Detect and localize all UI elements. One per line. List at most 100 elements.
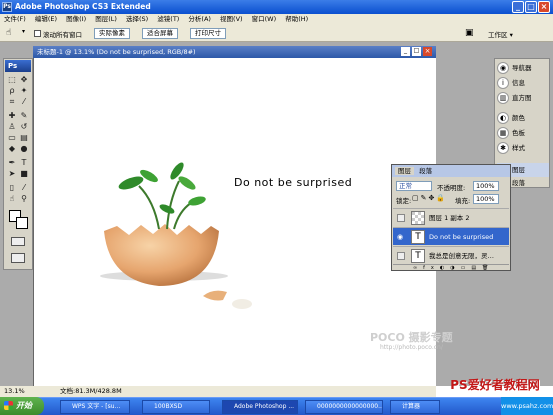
- eraser-tool-icon[interactable]: ▭: [7, 133, 17, 142]
- doc-minimize-button[interactable]: _: [401, 47, 410, 56]
- menu-edit[interactable]: 编辑(E): [35, 14, 57, 25]
- toolbox-ps-logo: Ps: [5, 60, 31, 72]
- start-button[interactable]: 开始: [0, 397, 44, 415]
- swatches-icon: ▦: [497, 127, 509, 139]
- menu-image[interactable]: 图像(I): [66, 14, 86, 25]
- info-icon: i: [497, 77, 509, 89]
- layers-panel: 图层 段落 正常 不透明度: 100% 锁定: ▢✎✥🔒 填充: 100% 图层…: [391, 164, 511, 271]
- dodge-tool-icon[interactable]: ●: [19, 144, 29, 153]
- blend-mode-select[interactable]: 正常: [396, 181, 432, 191]
- print-size-button[interactable]: 打印尺寸: [190, 28, 226, 39]
- tab-layers[interactable]: 图层: [395, 167, 414, 175]
- layer-name: 我总是创意无限，灵…: [429, 252, 494, 260]
- window-title: Adobe Photoshop CS3 Extended: [15, 2, 151, 11]
- menu-select[interactable]: 选择(S): [126, 14, 148, 25]
- lasso-tool-icon[interactable]: ρ: [7, 86, 17, 95]
- zoom-readout[interactable]: 13.1%: [4, 386, 25, 397]
- text-layer-thumbnail: T: [411, 230, 425, 244]
- layers-panel-tabs: 图层 段落: [392, 165, 510, 177]
- tray-watermark-url: www.psahz.com: [501, 402, 553, 410]
- scroll-all-checkbox[interactable]: [34, 30, 41, 37]
- menu-file[interactable]: 文件(F): [4, 14, 26, 25]
- taskbar-item-photoshop[interactable]: Adobe Photoshop ...: [222, 400, 298, 414]
- workspace-menu[interactable]: 工作区 ▾: [488, 29, 513, 39]
- magic-wand-icon[interactable]: ✦: [19, 86, 29, 95]
- history-brush-icon[interactable]: ↺: [19, 122, 29, 131]
- hand-tool-icon[interactable]: ☝: [6, 28, 11, 38]
- eye-icon[interactable]: ◉: [397, 233, 403, 241]
- fill-label: 填充:: [455, 197, 471, 205]
- notes-tool-icon[interactable]: ▯: [7, 183, 17, 192]
- visibility-toggle[interactable]: [397, 252, 405, 260]
- taskbar-item-file[interactable]: 0000000000000000...: [305, 400, 383, 414]
- path-select-icon[interactable]: ➤: [7, 169, 17, 178]
- marquee-tool-icon[interactable]: ⬚: [7, 75, 17, 84]
- menu-view[interactable]: 视图(V): [220, 14, 243, 25]
- maximize-button[interactable]: □: [525, 1, 537, 13]
- fit-screen-button[interactable]: 适合屏幕: [142, 28, 178, 39]
- document-canvas[interactable]: Do not be surprised POCO 摄影专题 http://pho…: [33, 46, 453, 386]
- opacity-input[interactable]: 100%: [473, 181, 499, 191]
- doc-maximize-button[interactable]: □: [412, 47, 421, 56]
- layer-row-selected[interactable]: ◉ T Do not be surprised: [393, 227, 509, 245]
- layer-row[interactable]: 图层 1 副本 2: [393, 208, 509, 226]
- headline-text: Do not be surprised: [234, 176, 353, 189]
- taskbar-item-calculator[interactable]: 计算器: [390, 400, 440, 414]
- taskbar-item-wps[interactable]: WPS 文字 - [su...: [60, 400, 130, 414]
- dock-styles[interactable]: ✱ 样式: [497, 141, 549, 155]
- menu-layer[interactable]: 图层(L): [95, 14, 117, 25]
- hand-tool-icon[interactable]: ☝: [7, 194, 17, 203]
- palette-well-icon[interactable]: ▣: [465, 28, 474, 38]
- close-button[interactable]: ×: [538, 1, 550, 13]
- move-tool-icon[interactable]: ✥: [19, 75, 29, 84]
- layer-actions-bar[interactable]: ∞fx◐◑▭▤🗑: [393, 264, 509, 271]
- dock-color[interactable]: ◐ 颜色: [497, 111, 549, 125]
- crop-tool-icon[interactable]: ⌗: [7, 97, 17, 106]
- menu-window[interactable]: 窗口(W): [252, 14, 277, 25]
- options-bar: ☝ ▾ 滚动所有窗口 实际像素 适合屏幕 打印尺寸 ▣ 工作区 ▾: [0, 25, 553, 42]
- gradient-tool-icon[interactable]: ▤: [19, 133, 29, 142]
- color-icon: ◐: [497, 112, 509, 124]
- menu-help[interactable]: 帮助(H): [285, 14, 308, 25]
- zoom-tool-icon[interactable]: ⚲: [19, 194, 29, 203]
- doc-close-button[interactable]: ×: [423, 47, 432, 56]
- text-layer-thumbnail: T: [411, 249, 425, 263]
- screen-mode-icon[interactable]: [11, 253, 25, 263]
- dock-navigator[interactable]: ◉ 导航器: [497, 61, 549, 75]
- minimize-button[interactable]: _: [512, 1, 524, 13]
- lock-icons[interactable]: ▢✎✥🔒: [412, 194, 447, 202]
- histogram-icon: ▥: [497, 92, 509, 104]
- dock-swatches[interactable]: ▦ 色板: [497, 126, 549, 140]
- tab-paragraph[interactable]: 段落: [416, 167, 435, 175]
- layer-name: Do not be surprised: [429, 233, 494, 241]
- healing-brush-icon[interactable]: ✚: [7, 111, 17, 120]
- windows-logo-icon: [4, 401, 13, 410]
- site-watermark-title: PS爱好者教程网: [450, 378, 540, 392]
- layer-row[interactable]: T 我总是创意无限，灵…: [393, 246, 509, 264]
- slice-tool-icon[interactable]: ⁄: [19, 97, 29, 106]
- quick-mask-icon[interactable]: [11, 237, 25, 246]
- taskbar-item-folder[interactable]: 100BXSD: [142, 400, 210, 414]
- clone-stamp-icon[interactable]: ♙: [7, 122, 17, 131]
- shape-tool-icon[interactable]: ■: [19, 169, 29, 178]
- actual-pixels-button[interactable]: 实际像素: [94, 28, 130, 39]
- visibility-toggle[interactable]: [397, 214, 405, 222]
- background-color-swatch[interactable]: [16, 217, 28, 229]
- menu-analysis[interactable]: 分析(A): [188, 14, 211, 25]
- type-tool-icon[interactable]: T: [19, 158, 29, 167]
- fill-input[interactable]: 100%: [473, 194, 499, 204]
- menu-bar: 文件(F) 编辑(E) 图像(I) 图层(L) 选择(S) 滤镜(T) 分析(A…: [0, 14, 553, 25]
- opacity-label: 不透明度:: [437, 184, 466, 192]
- styles-icon: ✱: [497, 142, 509, 154]
- brush-tool-icon[interactable]: ✎: [19, 111, 29, 120]
- menu-filter[interactable]: 滤镜(T): [157, 14, 179, 25]
- tool-preset-chevron-icon[interactable]: ▾: [22, 28, 25, 35]
- document-titlebar[interactable]: 未标题-1 @ 13.1% (Do not be surprised, RGB/…: [33, 46, 436, 58]
- dock-histogram[interactable]: ▥ 直方图: [497, 91, 549, 105]
- scroll-all-label: 滚动所有窗口: [43, 31, 82, 39]
- pen-tool-icon[interactable]: ✒: [7, 158, 17, 167]
- eyedropper-icon[interactable]: ⁄: [19, 183, 29, 192]
- navigator-icon: ◉: [497, 62, 509, 74]
- blur-tool-icon[interactable]: ◆: [7, 144, 17, 153]
- dock-info[interactable]: i 信息: [497, 76, 549, 90]
